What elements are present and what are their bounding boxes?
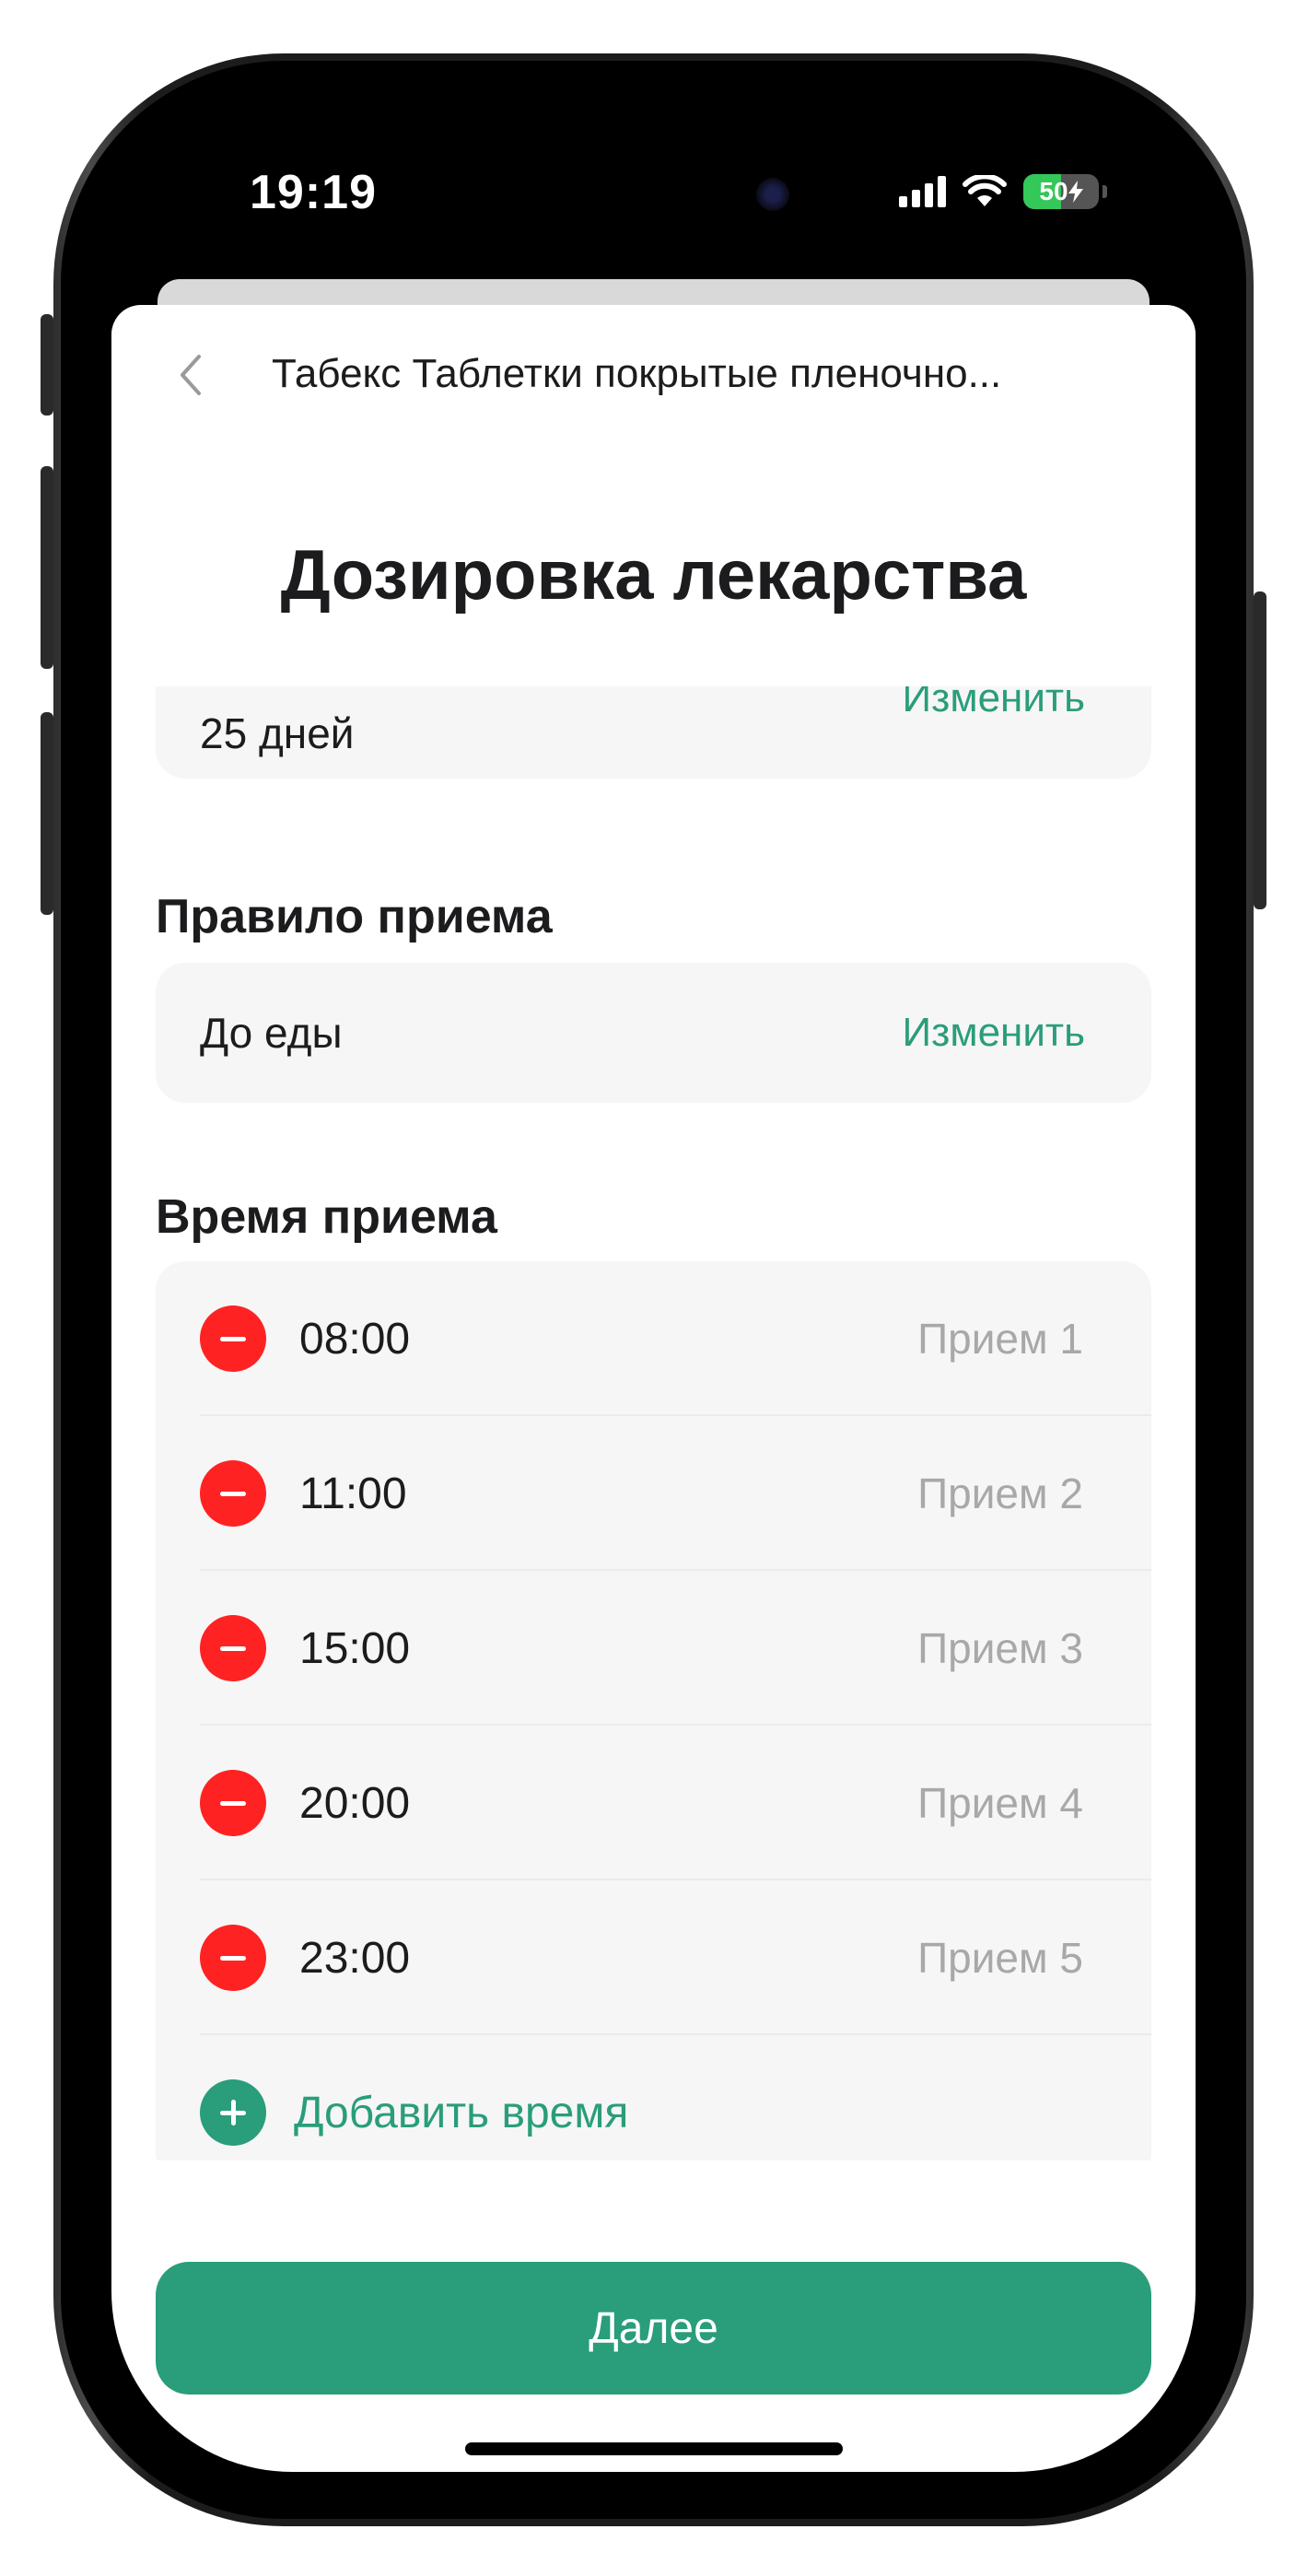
volume-up-button: [41, 466, 53, 669]
time-row: 11:00 Прием 2: [156, 1416, 1151, 1571]
back-button[interactable]: [163, 347, 218, 403]
dose-label: Прием 3: [917, 1624, 1083, 1672]
page-title: Дозировка лекарства: [280, 536, 1027, 615]
change-intake-rule-link[interactable]: Изменить: [903, 1010, 1085, 1056]
phone-screen: 19:19 50 Табекс Таблетки покрытые пленоч…: [111, 108, 1196, 2472]
volume-down-button: [41, 712, 53, 915]
add-time-button[interactable]: Добавить время: [156, 2035, 1151, 2160]
dose-label: Прием 1: [917, 1315, 1083, 1363]
cellular-signal-icon: [899, 176, 946, 207]
intake-time-card: 08:00 Прием 1 11:00 Прием 2 15:00 Прием …: [156, 1261, 1151, 2160]
time-row: 23:00 Прием 5: [156, 1880, 1151, 2035]
remove-time-button[interactable]: [200, 1925, 266, 1991]
wifi-icon: [963, 175, 1007, 206]
minus-icon: [220, 1800, 246, 1806]
time-row: 08:00 Прием 1: [156, 1261, 1151, 1416]
time-value[interactable]: 11:00: [299, 1469, 917, 1519]
intake-rule-label: Правило приема: [156, 890, 553, 943]
duration-card: 25 дней Изменить: [156, 686, 1151, 779]
time-row: 20:00 Прием 4: [156, 1726, 1151, 1880]
chevron-left-icon: [181, 355, 201, 395]
time-row: 15:00 Прием 3: [156, 1571, 1151, 1726]
change-duration-link[interactable]: Изменить: [903, 686, 1085, 721]
minus-icon: [220, 1645, 246, 1651]
minus-icon: [220, 1336, 246, 1341]
intake-rule-value: До еды: [200, 1009, 343, 1057]
remove-time-button[interactable]: [200, 1770, 266, 1836]
plus-circle-icon: [200, 2079, 266, 2146]
scroll-content[interactable]: 25 дней Изменить Правило приема До еды И…: [111, 686, 1196, 2160]
dosage-sheet: Табекс Таблетки покрытые пленочно... Доз…: [111, 305, 1196, 2472]
nav-title: Табекс Таблетки покрытые пленочно...: [272, 351, 1002, 396]
status-time: 19:19: [250, 166, 377, 219]
charging-bolt-icon: [1068, 181, 1083, 203]
dose-label: Прием 5: [917, 1934, 1083, 1982]
duration-value: 25 дней: [200, 709, 355, 757]
add-time-label: Добавить время: [294, 2088, 629, 2137]
home-indicator: [465, 2442, 843, 2455]
minus-icon: [220, 1491, 246, 1496]
remove-time-button[interactable]: [200, 1306, 266, 1372]
camera-icon: [756, 178, 789, 211]
navigation-bar: Табекс Таблетки покрытые пленочно...: [111, 305, 1196, 462]
time-value[interactable]: 15:00: [299, 1623, 917, 1674]
dose-label: Прием 4: [917, 1779, 1083, 1827]
intake-rule-card: До еды Изменить: [156, 963, 1151, 1103]
remove-time-button[interactable]: [200, 1460, 266, 1527]
remove-time-button[interactable]: [200, 1615, 266, 1681]
time-value[interactable]: 23:00: [299, 1933, 917, 1984]
battery-level: 50: [1039, 177, 1068, 205]
time-value[interactable]: 08:00: [299, 1314, 917, 1364]
intake-time-label: Время приема: [156, 1190, 497, 1244]
action-button: [41, 314, 53, 416]
minus-icon: [220, 1955, 246, 1961]
status-indicators: 50: [899, 174, 1107, 209]
power-button: [1254, 591, 1266, 909]
next-button[interactable]: Далее: [156, 2262, 1151, 2395]
battery-tip: [1103, 185, 1107, 198]
time-value[interactable]: 20:00: [299, 1778, 917, 1829]
battery-icon: 50: [1023, 174, 1099, 209]
dose-label: Прием 2: [917, 1469, 1083, 1517]
